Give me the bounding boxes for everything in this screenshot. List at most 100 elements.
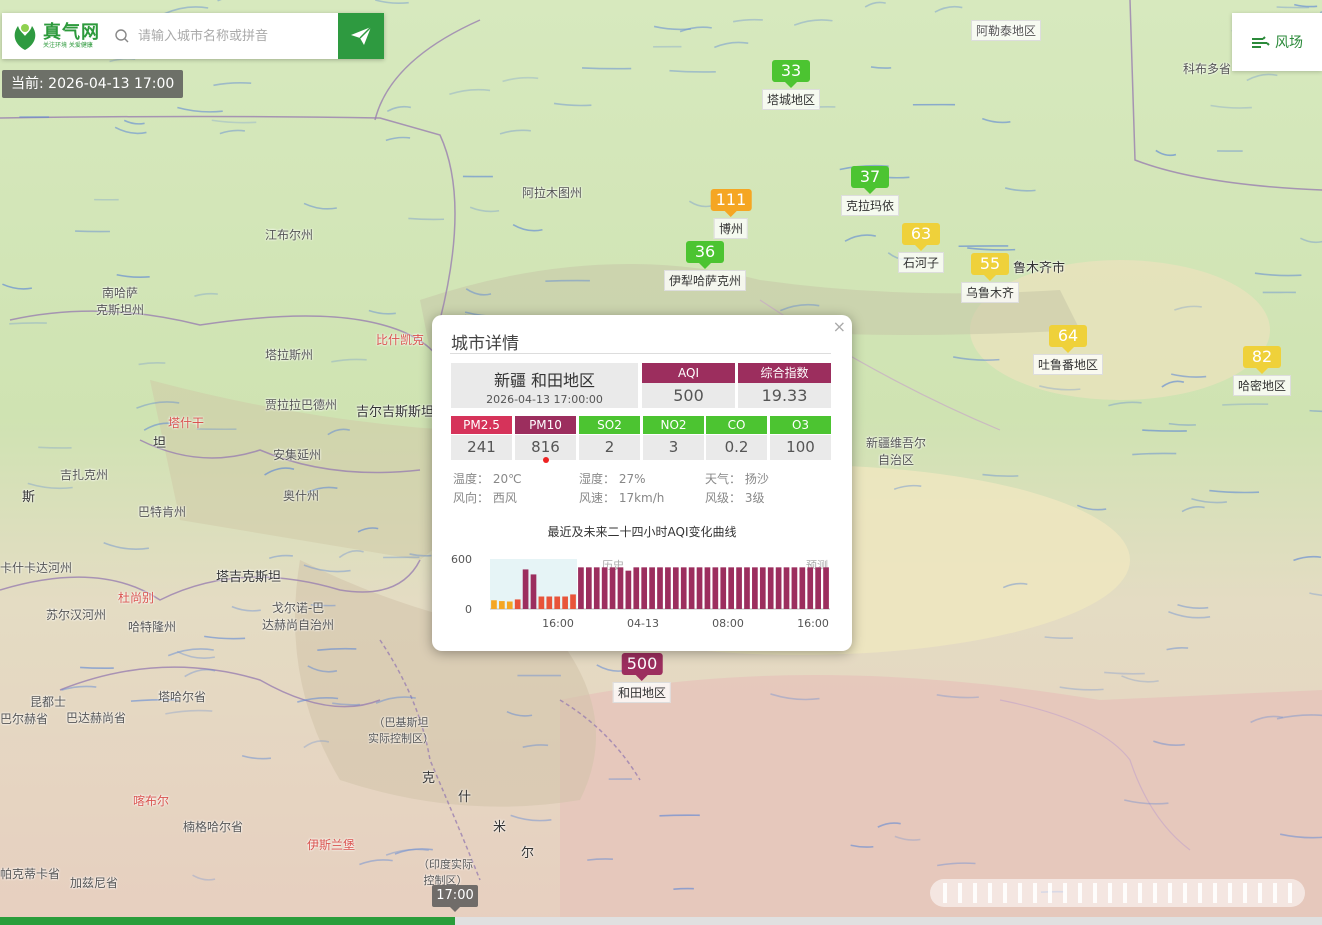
timeline-time-tooltip: 17:00: [432, 885, 478, 912]
search-input[interactable]: [136, 27, 325, 45]
x-tick-label: 16:00: [797, 617, 829, 630]
wind-streak: [9, 322, 47, 325]
place-label-urumqi-city: 鲁木齐市: [1013, 261, 1066, 276]
aqi-value[interactable]: 37: [851, 166, 889, 194]
aqi-marker-shihezi[interactable]: 63 石河子: [897, 223, 945, 273]
city-label[interactable]: 乌鲁木齐: [960, 282, 1020, 303]
aqi-marker-tacheng[interactable]: 33 塔城地区: [761, 60, 821, 110]
aqi-value[interactable]: 63: [902, 223, 940, 251]
aqi-marker-yili[interactable]: 36 伊犁哈萨克州: [663, 241, 747, 291]
leaf-icon: [14, 24, 36, 50]
wind-streak: [80, 666, 114, 669]
timeline-controls[interactable]: [925, 873, 1310, 913]
pollutant-name: O3: [770, 416, 831, 434]
aqi-marker-turpan[interactable]: 64 吐鲁番地区: [1032, 325, 1104, 375]
aqi-bar-forecast: [799, 567, 806, 609]
site-logo[interactable]: 真气网 关注环境 关爱健康: [2, 13, 114, 59]
aqi-value[interactable]: 33: [772, 60, 810, 88]
city-label[interactable]: 石河子: [897, 252, 945, 273]
aqi-marker-bozhou[interactable]: 111 博州: [710, 189, 752, 239]
aqi-bar-forecast: [696, 567, 703, 609]
pollutant-name: CO: [706, 416, 767, 434]
x-tick-label: 08:00: [712, 617, 744, 630]
wind-streak: [673, 887, 694, 890]
aqi-bar-history: [538, 596, 545, 609]
aqi-marker-hami[interactable]: 82 哈密地区: [1232, 346, 1292, 396]
aqi-bar-forecast: [728, 567, 735, 609]
city-label[interactable]: 克拉玛依: [840, 195, 900, 216]
aqi-value[interactable]: 111: [710, 189, 752, 217]
aqi-bar-forecast: [665, 567, 671, 609]
pollutant-name: PM10: [515, 416, 576, 434]
aqi-bar-forecast: [759, 567, 766, 609]
place-label-balkh: 巴尔赫省: [0, 712, 49, 726]
city-label[interactable]: 塔城地区: [761, 89, 821, 110]
aqi-bar-forecast: [688, 567, 695, 609]
composite-value: 19.33: [738, 383, 831, 408]
aqi-bar-history: [562, 596, 568, 609]
weather-temperature: 温度： 20℃: [453, 472, 522, 486]
aqi-marker-hotan[interactable]: 500 和田地区: [612, 653, 671, 703]
composite-index-box: 综合指数 19.33: [738, 363, 831, 408]
pollutant-pm25: PM2.5 241: [451, 416, 512, 460]
place-label-xinjiang: 新疆维吾尔 自治区: [866, 436, 927, 467]
pollutant-value: 241: [451, 435, 512, 460]
aqi-value[interactable]: 82: [1243, 346, 1281, 374]
aqi-value[interactable]: 55: [971, 253, 1009, 281]
aqi-bar-forecast: [720, 567, 727, 609]
place-label-mi: 米: [493, 820, 507, 835]
aqi-bar-forecast: [712, 567, 719, 609]
pollutant-pm10: PM10 816: [515, 416, 576, 463]
place-label-dushanbe: 杜尚别: [118, 591, 155, 605]
aqi-bar-forecast: [641, 567, 648, 609]
y-tick-label: 0: [465, 603, 472, 616]
composite-label: 综合指数: [738, 363, 831, 383]
city-label[interactable]: 博州: [713, 218, 748, 239]
aqi-label: AQI: [642, 363, 735, 383]
search-icon: [115, 29, 129, 43]
city-label[interactable]: 吐鲁番地区: [1032, 354, 1104, 375]
aqi-bar-history: [514, 599, 521, 609]
pollutant-value: 816: [531, 438, 560, 456]
place-label-khost: 加兹尼省: [70, 876, 119, 890]
city-label[interactable]: 哈密地区: [1232, 375, 1292, 396]
pollutant-o3: O3 100: [770, 416, 831, 460]
place-label-pak-control: （巴基斯坦 实际控制区）: [368, 716, 434, 745]
aqi-value[interactable]: 36: [686, 241, 724, 269]
search-submit-button[interactable]: [338, 13, 384, 59]
aqi-marker-urumqi[interactable]: 55 乌鲁木齐: [960, 253, 1020, 303]
wind-icon: [1252, 36, 1270, 48]
place-label-osh: 奥什州: [283, 489, 320, 503]
aqi-marker-karamay[interactable]: 37 克拉玛依: [840, 166, 900, 216]
city-info-box: 新疆 和田地区 2026-04-13 17:00:00: [451, 363, 638, 408]
weather-humidity: 湿度： 27%: [579, 472, 646, 486]
timeline-bar[interactable]: [0, 917, 1322, 925]
city-label[interactable]: 伊犁哈萨克州: [663, 270, 747, 291]
place-label-kobdo: 科布多省: [1183, 62, 1232, 76]
wind-streak: [1222, 403, 1269, 406]
aqi-trend-chart: 6000历史 预测16:00 04-13 08:00 16:00: [451, 553, 830, 630]
place-label-kabul: 喀布尔: [133, 794, 170, 808]
place-label-takhar: 塔哈尔省: [158, 690, 207, 704]
aqi-value: 500: [642, 383, 735, 408]
close-icon[interactable]: ×: [833, 317, 846, 336]
place-label-islamabad: 伊斯兰堡: [307, 838, 356, 852]
aqi-bar-forecast: [649, 567, 655, 609]
popup-title: 城市详情: [451, 334, 519, 354]
search-panel: 真气网 关注环境 关爱健康: [2, 13, 384, 59]
aqi-bar-forecast: [775, 567, 782, 609]
aqi-bar-forecast: [578, 567, 584, 609]
aqi-value[interactable]: 500: [621, 653, 663, 681]
aqi-value[interactable]: 64: [1049, 325, 1087, 353]
place-label-jizzakh: 吉扎克州: [60, 468, 109, 482]
pollutant-name: PM2.5: [451, 416, 512, 434]
city-label[interactable]: 和田地区: [612, 682, 671, 703]
aqi-bar-forecast: [617, 567, 624, 609]
aqi-bar-history: [546, 596, 553, 609]
aqi-bar-forecast: [672, 567, 679, 609]
logo-subtitle: 关注环境 关爱健康: [43, 41, 93, 49]
pollutant-value: 3: [643, 435, 704, 460]
wind-streak: [581, 67, 632, 70]
wind-field-button[interactable]: 风场: [1232, 13, 1322, 71]
divider: [450, 353, 831, 354]
